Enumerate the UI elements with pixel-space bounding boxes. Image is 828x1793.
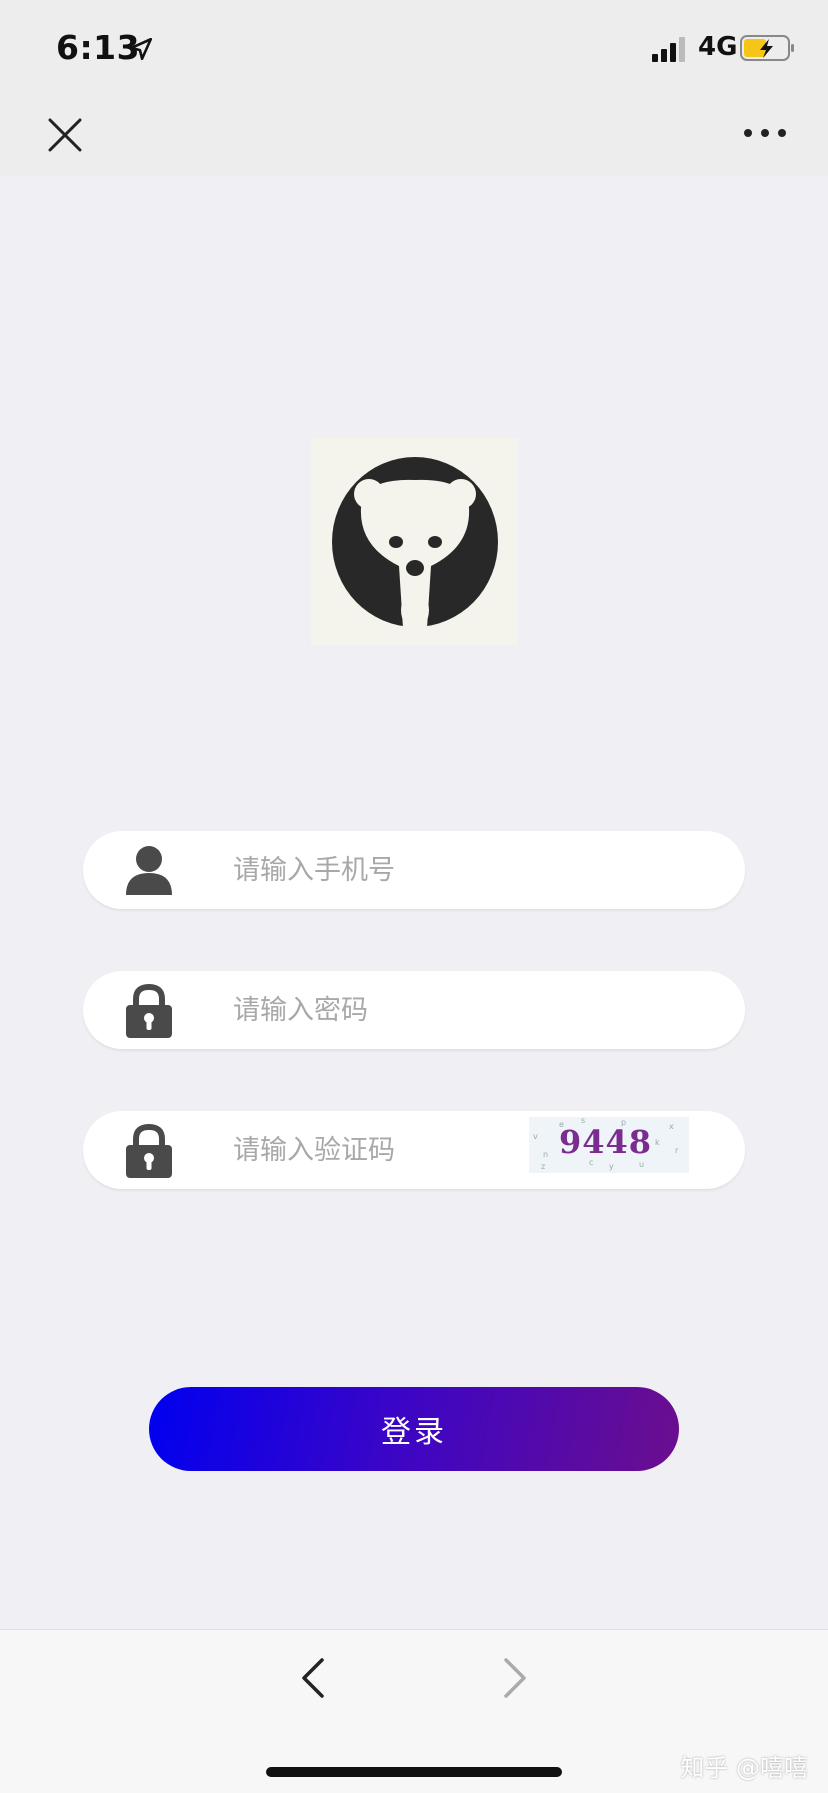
bear-logo	[311, 438, 518, 645]
chevron-left-icon[interactable]	[296, 1656, 330, 1700]
login-button[interactable]: 登录	[149, 1387, 679, 1471]
nav-bar	[0, 100, 828, 176]
password-input[interactable]	[233, 985, 573, 1035]
chevron-right-icon	[504, 1658, 526, 1698]
status-bar: 6:13 4G	[0, 0, 828, 100]
signal-bars-icon	[652, 37, 685, 62]
captcha-code: 9448	[559, 1123, 653, 1161]
user-icon	[126, 846, 172, 895]
close-icon[interactable]	[44, 114, 86, 156]
svg-text:n: n	[543, 1150, 548, 1159]
lock-icon	[126, 983, 172, 1038]
svg-text:v: v	[533, 1132, 538, 1141]
bear-logo-icon	[332, 457, 498, 631]
more-dots-icon[interactable]	[740, 118, 790, 148]
location-arrow-icon	[129, 37, 153, 61]
home-indicator	[266, 1767, 562, 1777]
svg-text:x: x	[669, 1122, 674, 1131]
svg-text:z: z	[541, 1162, 545, 1171]
battery-charging-icon	[740, 35, 794, 61]
network-type: 4G	[698, 32, 738, 62]
phone-field[interactable]	[83, 831, 745, 909]
bottom-toolbar: 知乎 @嘻嘻	[0, 1629, 828, 1793]
password-field[interactable]	[83, 971, 745, 1049]
svg-text:u: u	[639, 1160, 644, 1169]
captcha-field[interactable]: vne cpu xrz yks 9448	[83, 1111, 745, 1189]
watermark: 知乎 @嘻嘻	[680, 1754, 808, 1782]
svg-text:y: y	[609, 1162, 614, 1171]
phone-input[interactable]	[233, 845, 573, 895]
captcha-image[interactable]: vne cpu xrz yks 9448	[529, 1117, 689, 1173]
captcha-input[interactable]	[233, 1125, 573, 1175]
svg-text:r: r	[675, 1146, 679, 1155]
lock-icon	[126, 1123, 172, 1178]
svg-text:k: k	[655, 1138, 660, 1147]
